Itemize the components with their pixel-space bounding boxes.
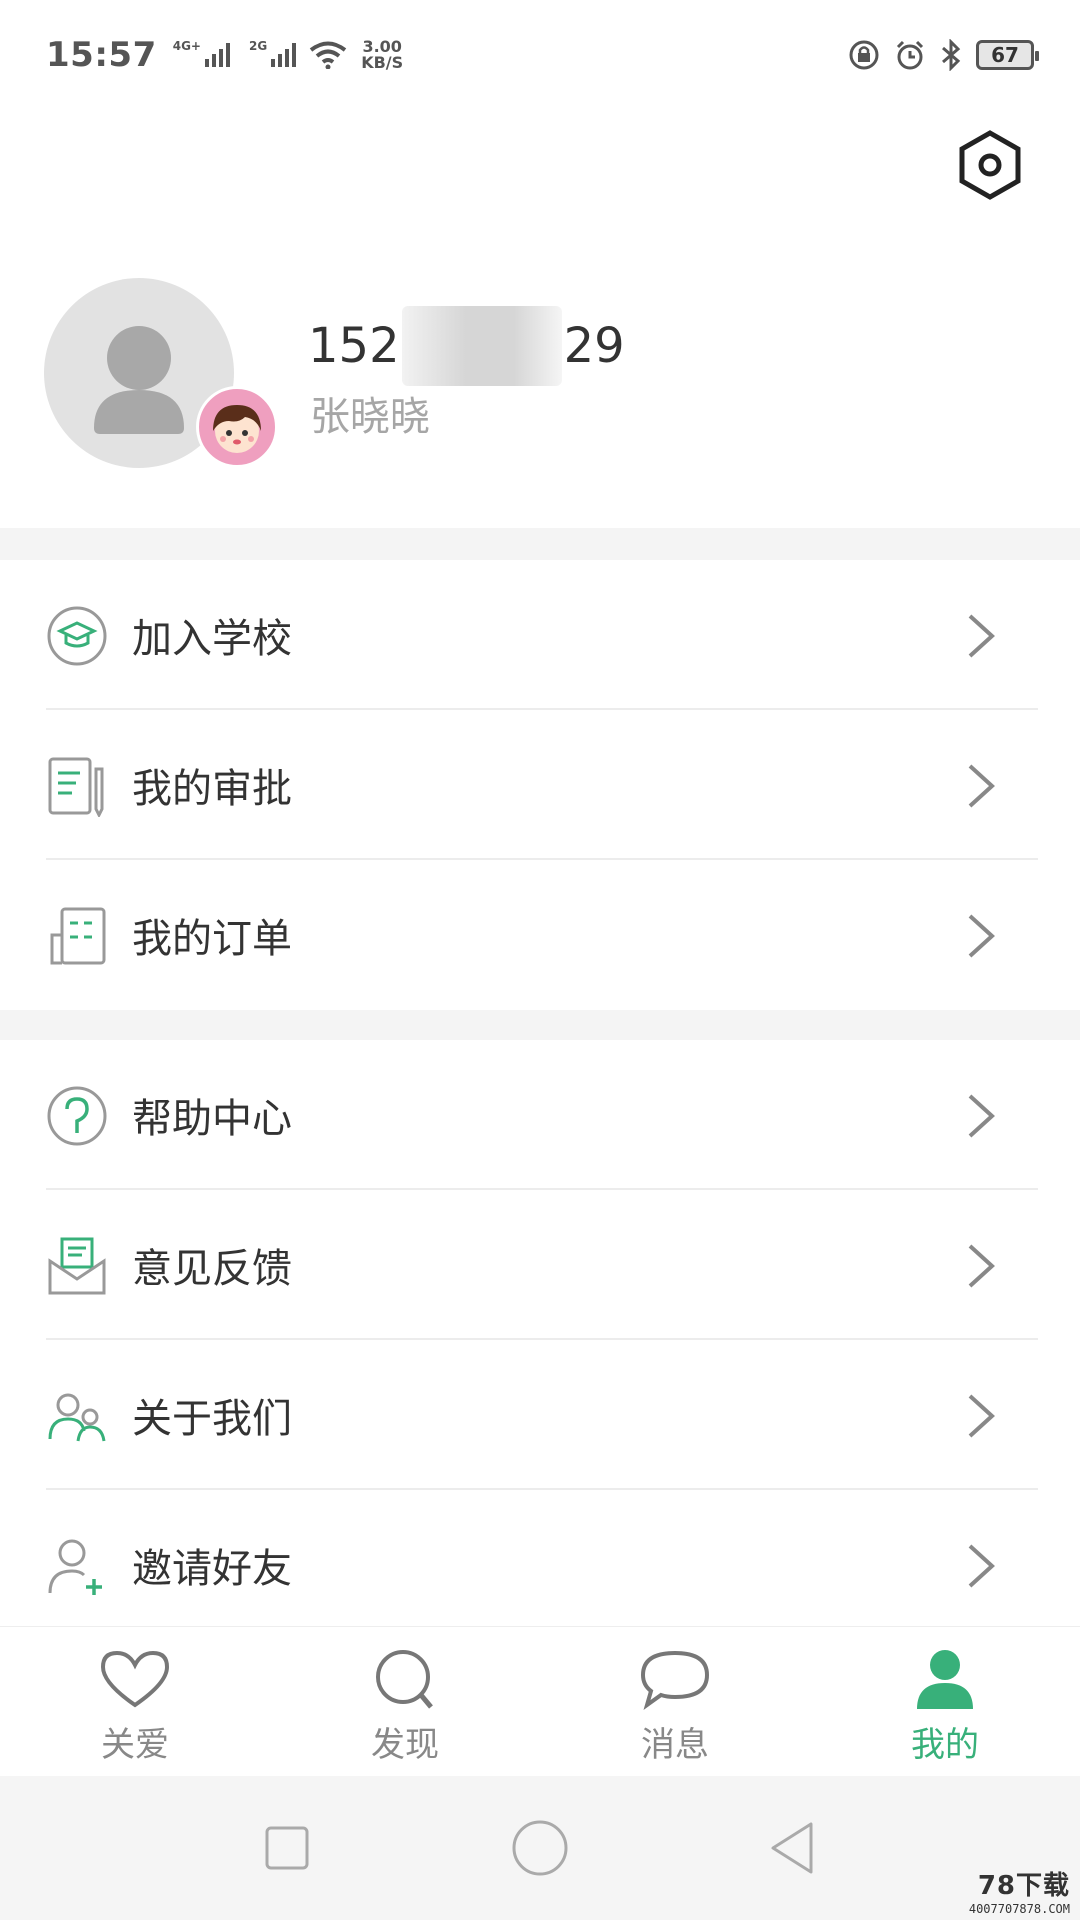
section-gap	[0, 528, 1080, 560]
menu-my-approval[interactable]: 我的审批	[0, 710, 1080, 860]
tab-messages[interactable]: 消息	[540, 1627, 810, 1776]
status-time: 15:57	[46, 35, 157, 75]
bluetooth-icon	[942, 39, 961, 71]
add-friend-icon	[48, 1539, 102, 1595]
tab-discover[interactable]: 发现	[270, 1627, 540, 1776]
alarm-icon	[896, 40, 924, 70]
phone-mask	[401, 306, 562, 386]
menu-invite-friends[interactable]: 邀请好友	[0, 1490, 1080, 1640]
sim2-signal-icon: 2G	[249, 39, 299, 67]
role-badge-girl-icon	[196, 386, 278, 468]
user-name: 张晓晓	[310, 394, 430, 440]
menu-group-1: 加入学校 我的审批 我的订单	[0, 560, 1080, 1010]
net-speed: 3.00 KB/S	[361, 37, 404, 72]
watermark: 78下载 4007707878.COM	[968, 1871, 1070, 1916]
settings-hex-icon[interactable]	[958, 130, 1022, 200]
graduation-cap-icon	[47, 606, 107, 666]
help-icon	[47, 1086, 107, 1146]
chevron-right-icon	[968, 1244, 995, 1288]
phone-number: 152 29	[308, 306, 625, 386]
approval-doc-icon	[48, 757, 104, 817]
menu-about-us[interactable]: 关于我们	[0, 1340, 1080, 1490]
menu-group-2: 帮助中心 意见反馈 关于我们 邀请好友	[0, 1040, 1080, 1640]
chevron-right-icon	[968, 1544, 995, 1588]
sim1-signal-icon: 4G+	[173, 39, 233, 67]
status-left: 15:57 4G+ 2G 3.00 KB/S	[46, 35, 403, 75]
menu-help-center[interactable]: 帮助中心	[0, 1040, 1080, 1190]
rotation-lock-icon	[849, 40, 879, 70]
status-right: 67	[848, 39, 1039, 71]
menu-feedback[interactable]: 意见反馈	[0, 1190, 1080, 1340]
profile-header[interactable]: 152 29 张晓晓	[0, 270, 1080, 528]
status-bar: 15:57 4G+ 2G 3.00 KB/S 67	[0, 0, 1080, 110]
home-circle-icon[interactable]	[510, 1818, 570, 1878]
menu-my-orders[interactable]: 我的订单	[0, 860, 1080, 1010]
heart-icon	[100, 1650, 170, 1708]
person-icon	[917, 1650, 973, 1709]
recents-square-icon[interactable]	[257, 1818, 317, 1878]
section-gap	[0, 1010, 1080, 1040]
people-icon	[48, 1393, 106, 1442]
battery-icon: 67	[976, 40, 1039, 70]
tab-mine[interactable]: 我的	[810, 1627, 1080, 1776]
chevron-right-icon	[968, 614, 995, 658]
menu-join-school[interactable]: 加入学校	[0, 560, 1080, 710]
system-navigation-bar: 78下载 4007707878.COM	[0, 1776, 1080, 1920]
profile-screen: 15:57 4G+ 2G 3.00 KB/S 67 152 29 张晓晓 加入学…	[0, 0, 1080, 1920]
bottom-tab-bar: 关爱 发现 消息 我的	[0, 1626, 1080, 1776]
search-icon	[376, 1650, 433, 1709]
order-list-icon	[50, 907, 106, 965]
chevron-right-icon	[968, 914, 995, 958]
back-triangle-icon[interactable]	[763, 1818, 823, 1878]
chevron-right-icon	[968, 1394, 995, 1438]
chevron-right-icon	[968, 764, 995, 808]
feedback-envelope-icon	[48, 1237, 106, 1295]
chevron-right-icon	[968, 1094, 995, 1138]
wifi-icon	[309, 41, 347, 69]
tab-care[interactable]: 关爱	[0, 1627, 270, 1776]
chat-bubble-icon	[640, 1650, 710, 1710]
